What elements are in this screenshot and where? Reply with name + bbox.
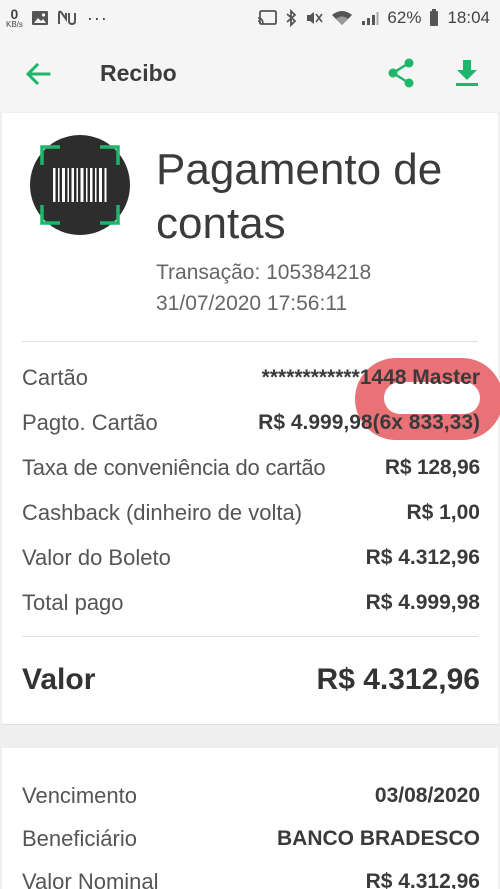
total-value: R$ 4.312,96 — [316, 663, 480, 696]
share-button[interactable] — [384, 56, 418, 90]
transaction-datetime: 31/07/2020 17:56:11 — [156, 292, 348, 315]
app-bar: Recibo — [0, 36, 500, 112]
detail-row-total-paid: Total pago R$ 4.999,98 — [22, 588, 480, 618]
network-speed: 0 KB/s — [6, 7, 23, 29]
share-icon — [388, 58, 414, 88]
detail-row-nominal-value: Valor Nominal R$ 4.312,96 — [22, 867, 480, 889]
divider — [22, 341, 478, 342]
detail-value: R$ 4.999,98 — [365, 591, 480, 614]
detail-label: Valor Nominal — [22, 869, 159, 889]
detail-value: R$ 4.999,98(6x 833,33) — [258, 411, 480, 434]
detail-row-beneficiary: Beneficiário BANCO BRADESCO — [22, 824, 480, 854]
detail-label: Cashback (dinheiro de volta) — [22, 500, 303, 525]
cast-icon — [257, 10, 278, 26]
total-label: Valor — [22, 663, 96, 696]
detail-label: Total pago — [22, 590, 124, 615]
detail-row-cashback: Cashback (dinheiro de volta) R$ 1,00 — [22, 498, 480, 528]
network-speed-value: 0 — [10, 6, 19, 22]
bluetooth-icon — [285, 9, 297, 27]
detail-label: Pagto. Cartão — [22, 410, 158, 435]
divider — [22, 636, 478, 637]
page-title: Recibo — [100, 60, 177, 86]
detail-value: 03/08/2020 — [374, 784, 480, 807]
battery-icon — [429, 9, 439, 27]
detail-label: Vencimento — [22, 783, 137, 808]
download-icon — [456, 60, 478, 86]
back-button[interactable] — [22, 58, 54, 90]
barcode-logo — [30, 135, 130, 235]
receipt-card: Pagamento de contas Transação: 105384218… — [2, 113, 500, 725]
detail-row-boleto-value: Valor do Boleto R$ 4.312,96 — [22, 543, 480, 573]
battery-percentage: 62% — [387, 8, 422, 27]
image-icon — [31, 10, 49, 26]
mute-icon — [305, 9, 324, 27]
download-button[interactable] — [450, 56, 484, 90]
total-row: Valor R$ 4.312,96 — [22, 663, 480, 697]
nu-icon — [57, 10, 79, 26]
signal-icon — [361, 10, 379, 26]
detail-value: R$ 128,96 — [384, 456, 480, 479]
detail-label: Beneficiário — [22, 826, 137, 851]
detail-value: R$ 4.312,96 — [365, 546, 480, 569]
detail-value: BANCO BRADESCO — [276, 827, 480, 850]
status-bar: 0 KB/s ··· 62% 18:04 — [0, 0, 500, 36]
detail-row-due-date: Vencimento 03/08/2020 — [22, 781, 480, 811]
barcode-icon — [40, 145, 120, 225]
arrow-back-icon — [25, 63, 51, 85]
detail-label: Cartão — [22, 365, 89, 390]
overflow-dots-icon: ··· — [86, 7, 108, 28]
detail-value: R$ 4.312,96 — [365, 870, 480, 889]
clock: 18:04 — [447, 8, 490, 27]
receipt-title: Pagamento de contas — [156, 145, 443, 248]
detail-row-convenience-fee: Taxa de conveniência do cartão R$ 128,96 — [22, 453, 480, 483]
detail-value: ************1448 Master — [261, 366, 480, 389]
detail-row-card-payment: Pagto. Cartão R$ 4.999,98(6x 833,33) — [22, 408, 480, 438]
detail-label: Taxa de conveniência do cartão — [22, 455, 326, 480]
detail-row-card: Cartão ************1448 Master — [22, 363, 480, 393]
status-bar-right: 62% 18:04 — [257, 8, 490, 28]
boleto-card: Vencimento 03/08/2020 Beneficiário BANCO… — [2, 748, 498, 889]
wifi-icon — [331, 10, 353, 26]
status-bar-left: 0 KB/s ··· — [6, 7, 108, 29]
transaction-id: Transação: 105384218 — [156, 261, 372, 284]
detail-value: R$ 1,00 — [406, 501, 480, 524]
detail-label: Valor do Boleto — [22, 545, 171, 570]
network-speed-unit: KB/s — [6, 20, 23, 29]
